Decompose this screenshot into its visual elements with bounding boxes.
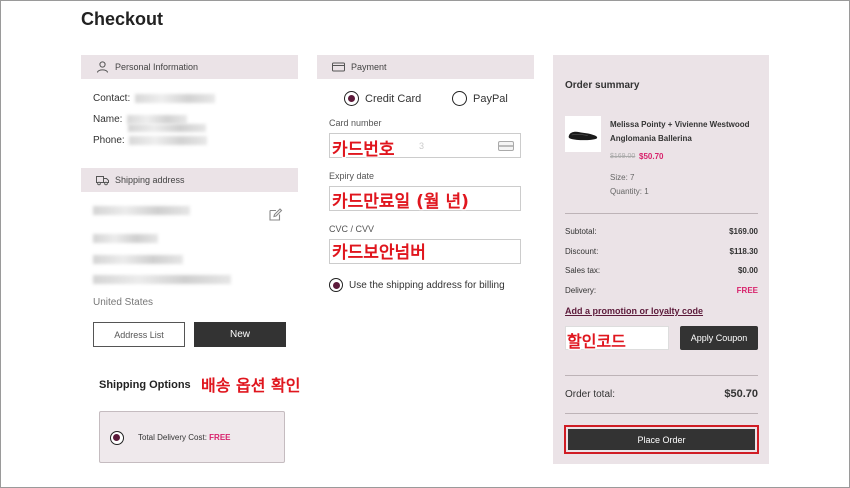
payment-method-credit-card[interactable]: Credit Card — [344, 91, 421, 106]
name-label: Name: — [93, 114, 123, 125]
annotation-expiry: 카드만료일 (월 년) — [332, 192, 469, 212]
truck-icon — [95, 174, 109, 186]
user-icon — [95, 61, 109, 73]
place-order-highlight: Place Order — [564, 425, 759, 454]
credit-card-radio[interactable] — [344, 91, 359, 106]
ballerina-shoe-icon — [568, 131, 598, 141]
product-new-price: $50.70 — [639, 152, 664, 161]
address-country: United States — [93, 297, 154, 308]
payment-method-paypal[interactable]: PayPal — [452, 91, 508, 106]
shipping-address-title: Shipping address — [115, 175, 185, 185]
product-size: Size: 7 — [610, 173, 635, 182]
apply-coupon-button[interactable]: Apply Coupon — [680, 326, 758, 350]
phone-row: Phone: — [93, 135, 208, 146]
contact-row: Contact: — [93, 93, 216, 104]
card-number-label: Card number — [329, 118, 382, 128]
discount-label: Discount: — [565, 247, 599, 256]
billing-same-radio[interactable] — [329, 278, 343, 292]
paypal-label: PayPal — [473, 92, 508, 105]
subtotal-value: $169.00 — [729, 227, 758, 236]
discount-row: Discount: $118.30 — [565, 247, 758, 256]
annotation-cvc: 카드보안넘버 — [332, 243, 426, 263]
billing-same-as-shipping[interactable]: Use the shipping address for billing — [329, 278, 505, 292]
contact-value-redacted — [135, 93, 216, 103]
order-total-row: Order total: $50.70 — [565, 388, 758, 400]
product-quantity: Quantity: 1 — [610, 187, 649, 196]
edit-address-icon[interactable] — [268, 207, 283, 222]
card-type-icon — [498, 141, 514, 151]
address-line-3-redacted — [93, 255, 183, 264]
annotation-coupon: 할인코드 — [567, 332, 626, 351]
subtotal-label: Subtotal: — [565, 227, 597, 236]
personal-info-header: Personal Information — [81, 55, 298, 79]
address-line-4-redacted — [93, 275, 231, 284]
order-total-value: $50.70 — [724, 388, 758, 400]
discount-value: $118.30 — [729, 247, 758, 256]
order-total-label: Order total: — [565, 388, 616, 400]
annotation-shipping: 배송 옵션 확인 — [201, 376, 301, 395]
phone-label: Phone: — [93, 135, 125, 146]
sales-tax-label: Sales tax: — [565, 266, 601, 275]
order-summary-title: Order summary — [565, 80, 640, 91]
address-line-1-redacted — [93, 206, 190, 215]
address-list-button[interactable]: Address List — [93, 322, 185, 347]
sales-tax-value: $0.00 — [737, 266, 758, 275]
name-value-redacted-2 — [128, 124, 206, 132]
name-value-redacted — [127, 114, 188, 124]
product-old-price: $169.00 — [610, 153, 636, 160]
cvc-label: CVC / CVV — [329, 224, 375, 234]
paypal-radio[interactable] — [452, 91, 467, 106]
delivery-cost-value: FREE — [209, 433, 231, 442]
phone-value-redacted — [129, 135, 208, 145]
place-order-button[interactable]: Place Order — [568, 429, 755, 450]
subtotal-row: Subtotal: $169.00 — [565, 227, 758, 236]
card-number-hint: 3 — [418, 141, 424, 151]
promo-code-link[interactable]: Add a promotion or loyalty code — [565, 306, 703, 316]
expiry-label: Expiry date — [329, 171, 375, 181]
summary-divider-2 — [565, 375, 758, 376]
page-title: Checkout — [81, 9, 164, 29]
delivery-value: FREE — [736, 286, 758, 295]
summary-divider-1 — [565, 213, 758, 214]
annotation-card-number: 카드번호 — [332, 140, 395, 160]
delivery-label: Delivery: — [565, 286, 597, 295]
credit-card-icon — [331, 61, 345, 73]
product-name: Melissa Pointy + Vivienne Westwood Anglo… — [610, 120, 750, 143]
new-address-button[interactable]: New — [194, 322, 286, 347]
billing-same-label: Use the shipping address for billing — [349, 279, 505, 291]
sales-tax-row: Sales tax: $0.00 — [565, 266, 758, 275]
delivery-row: Delivery: FREE — [565, 286, 758, 295]
shipping-option-radio[interactable] — [110, 431, 124, 445]
summary-divider-3 — [565, 413, 758, 414]
shipping-address-header: Shipping address — [81, 168, 298, 192]
delivery-cost-text: Total Delivery Cost: FREE — [138, 433, 231, 442]
payment-header: Payment — [317, 55, 534, 79]
product-image — [565, 116, 601, 152]
credit-card-label: Credit Card — [365, 92, 422, 105]
contact-label: Contact: — [93, 93, 131, 104]
shipping-option-card[interactable]: Total Delivery Cost: FREE — [99, 411, 285, 463]
order-summary-panel: Order summary Melissa Pointy + Vivienne … — [553, 55, 769, 464]
personal-info-title: Personal Information — [115, 62, 199, 72]
shipping-options-title: Shipping Options — [99, 379, 191, 391]
address-line-2-redacted — [93, 234, 158, 243]
payment-title: Payment — [351, 62, 387, 72]
delivery-cost-label: Total Delivery Cost: — [138, 433, 207, 442]
